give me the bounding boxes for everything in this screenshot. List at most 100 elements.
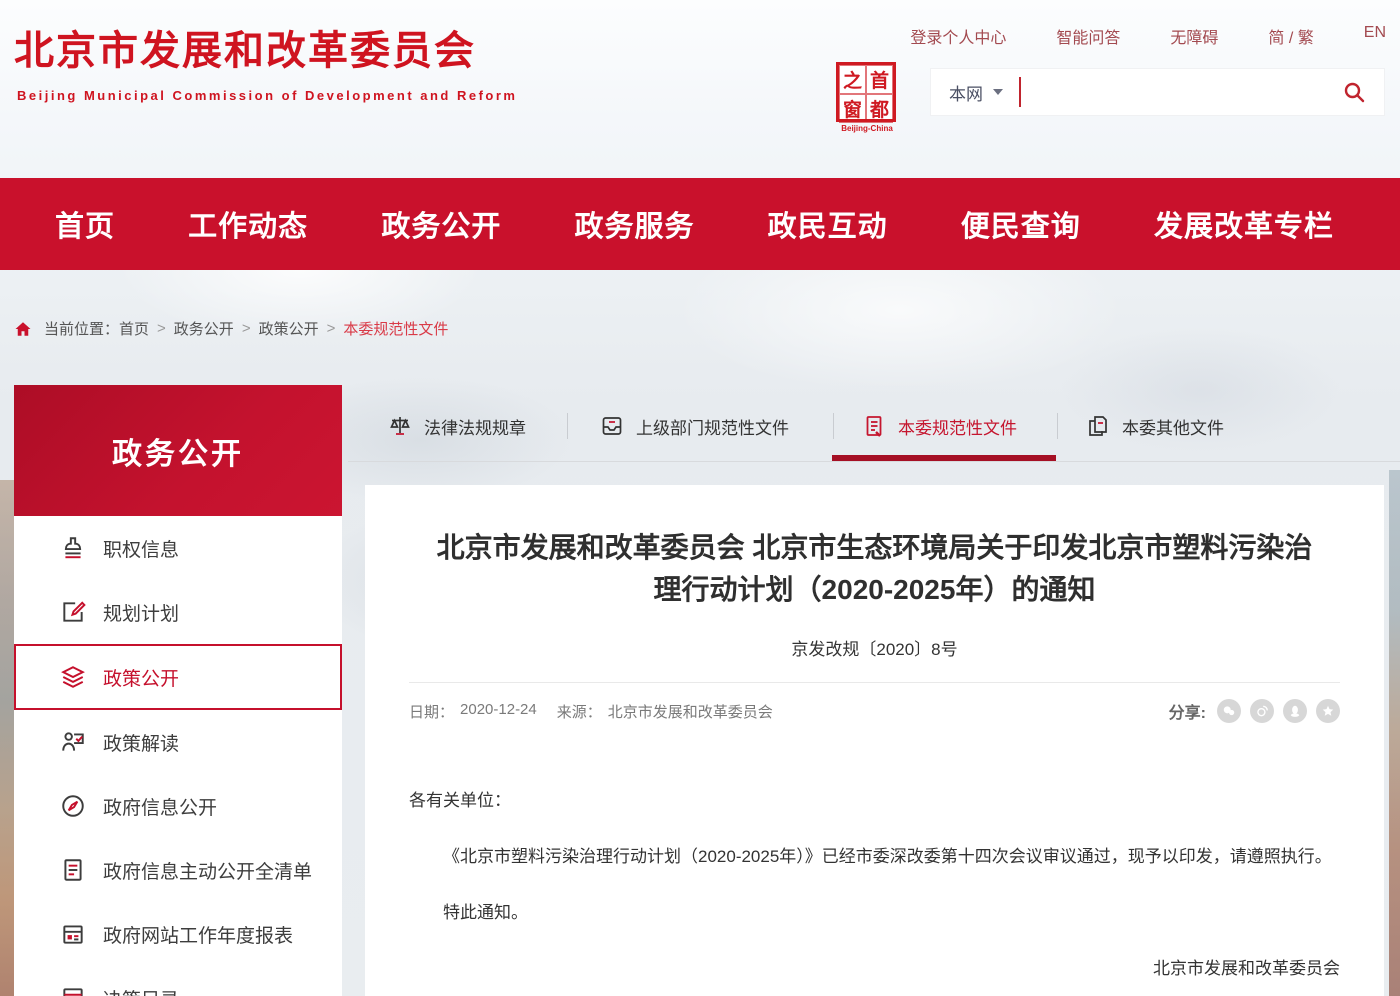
- breadcrumb-label: 当前位置：: [44, 318, 119, 339]
- site-logo-title: 北京市发展和改革委员会: [14, 18, 476, 76]
- tab-laws-regulations[interactable]: 法律法规规章: [388, 406, 526, 446]
- sidebar-item-proactive-disclosure-list[interactable]: 政府信息主动公开全清单: [14, 838, 342, 902]
- stamp-icon: [60, 535, 86, 561]
- sidebar-item-label: 政府网站工作年度报表: [103, 921, 293, 948]
- article-meta-row: 日期： 2020-12-24 来源： 北京市发展和改革委员会 分享:: [409, 699, 1340, 723]
- accessibility-link[interactable]: 无障碍: [1170, 24, 1218, 48]
- search-input-cursor: [1019, 77, 1021, 107]
- seal-char: 都: [866, 94, 893, 123]
- beijing-china-seal-logo[interactable]: 之 首 窗 都 Beijing-China: [836, 62, 898, 133]
- breadcrumb-separator: >: [157, 320, 166, 337]
- nav-item-interaction[interactable]: 政民互动: [768, 203, 888, 245]
- main-navigation: 首页 工作动态 政务公开 政务服务 政民互动 便民查询 发展改革专栏: [0, 178, 1400, 270]
- home-icon[interactable]: [14, 320, 32, 338]
- sidebar-item-label: 决策目录: [103, 985, 179, 996]
- sidebar-item-label: 政策解读: [103, 729, 179, 756]
- sidebar-item-decision-catalog[interactable]: 决策目录: [14, 966, 342, 996]
- article-panel: 北京市发展和改革委员会 北京市生态环境局关于印发北京市塑料污染治理行动计划（20…: [365, 485, 1384, 996]
- tab-commission-normative-docs[interactable]: 本委规范性文件: [862, 406, 1017, 446]
- person-interpret-icon: [60, 729, 86, 755]
- nav-item-work-news[interactable]: 工作动态: [188, 203, 308, 245]
- date-label: 日期：: [409, 701, 454, 722]
- smart-qa-link[interactable]: 智能问答: [1056, 24, 1120, 48]
- search-button[interactable]: [1342, 80, 1366, 104]
- login-personal-center-link[interactable]: 登录个人中心: [910, 24, 1006, 48]
- page: 北京市发展和改革委员会 Beijing Municipal Commission…: [0, 0, 1400, 996]
- nav-item-home[interactable]: 首页: [55, 203, 115, 245]
- layers-icon: [60, 664, 86, 690]
- sidebar-item-gov-info-disclosure[interactable]: 政府信息公开: [14, 774, 342, 838]
- meta-divider: [409, 682, 1340, 683]
- breadcrumb-policy-disclosure[interactable]: 政策公开: [259, 318, 319, 339]
- share-qzone-icon[interactable]: [1316, 699, 1340, 723]
- breadcrumb-gov-disclosure[interactable]: 政务公开: [174, 318, 234, 339]
- sidebar-item-label: 政府信息主动公开全清单: [103, 857, 312, 884]
- nav-item-reform-column[interactable]: 发展改革专栏: [1154, 203, 1334, 245]
- site-logo-subtitle: Beijing Municipal Commission of Developm…: [17, 88, 518, 103]
- share-weibo-icon[interactable]: [1250, 699, 1274, 723]
- background-right-strip: [1389, 470, 1400, 996]
- simplified-traditional-toggle[interactable]: 简 / 繁: [1268, 24, 1313, 48]
- breadcrumb-separator: >: [327, 320, 336, 337]
- active-tab-underline: [832, 455, 1056, 461]
- seal-caption: Beijing-China: [836, 124, 898, 133]
- document-category-tabs: 法律法规规章 上级部门规范性文件 本委规范性文件: [0, 406, 1400, 446]
- breadcrumb-separator: >: [242, 320, 251, 337]
- sidebar-item-label: 规划计划: [103, 599, 179, 626]
- tab-separator: [833, 413, 834, 439]
- sidebar-header: 政务公开: [14, 385, 342, 516]
- search-input[interactable]: [1035, 83, 1342, 101]
- body-paragraph: 《北京市塑料污染治理行动计划（2020-2025年）》已经市委深改委第十四次会议…: [409, 841, 1340, 873]
- share-wechat-icon[interactable]: [1217, 699, 1241, 723]
- article-title: 北京市发展和改革委员会 北京市生态环境局关于印发北京市塑料污染治理行动计划（20…: [435, 527, 1315, 611]
- tab-superior-normative-docs[interactable]: 上级部门规范性文件: [600, 406, 789, 446]
- files-icon: [1086, 414, 1110, 438]
- article-body: 各有关单位： 《北京市塑料污染治理行动计划（2020-2025年）》已经市委深改…: [409, 785, 1340, 985]
- tab-commission-other-docs[interactable]: 本委其他文件: [1086, 406, 1224, 446]
- background-left-strip: [0, 480, 14, 996]
- doc-red-icon: [862, 414, 886, 438]
- search-icon: [1342, 80, 1366, 104]
- sidebar-item-authority-info[interactable]: 职权信息: [14, 516, 342, 580]
- search-scope-label: 本网: [949, 80, 983, 105]
- sidebar-item-planning[interactable]: 规划计划: [14, 580, 342, 644]
- tab-label: 本委规范性文件: [898, 414, 1017, 439]
- nav-item-convenient-query[interactable]: 便民查询: [961, 203, 1081, 245]
- seal-char: 窗: [839, 94, 866, 123]
- tab-separator: [1057, 413, 1058, 439]
- breadcrumb-current[interactable]: 本委规范性文件: [343, 318, 448, 339]
- nav-item-gov-disclosure[interactable]: 政务公开: [381, 203, 501, 245]
- share-label: 分享:: [1169, 699, 1206, 723]
- article-meta: 日期： 2020-12-24 来源： 北京市发展和改革委员会: [409, 701, 787, 722]
- source-label: 来源：: [557, 701, 602, 722]
- site-header: 北京市发展和改革委员会 Beijing Municipal Commission…: [0, 0, 1400, 150]
- doc-list-icon: [60, 857, 86, 883]
- search-scope-dropdown[interactable]: 本网: [949, 80, 1003, 105]
- document-number: 京发改规〔2020〕8号: [409, 635, 1340, 660]
- inbox-icon: [600, 414, 624, 438]
- body-paragraph: 各有关单位：: [409, 785, 1340, 817]
- share-qq-icon[interactable]: [1283, 699, 1307, 723]
- body-paragraph: 特此通知。: [409, 897, 1340, 929]
- nav-item-gov-services[interactable]: 政务服务: [574, 203, 694, 245]
- catalog-icon: [60, 985, 86, 996]
- sidebar-item-label: 政策公开: [103, 664, 179, 691]
- seal-characters: 之 首 窗 都: [836, 62, 896, 122]
- sidebar-item-label: 政府信息公开: [103, 793, 217, 820]
- sidebar-item-policy-interpretation[interactable]: 政策解读: [14, 710, 342, 774]
- chevron-down-icon: [993, 89, 1003, 95]
- sidebar-item-label: 职权信息: [103, 535, 179, 562]
- sidebar-menu: 职权信息 规划计划 政策公开: [14, 516, 342, 996]
- breadcrumb-home[interactable]: 首页: [119, 318, 149, 339]
- english-link[interactable]: EN: [1364, 24, 1386, 48]
- sidebar-item-website-annual-report[interactable]: 政府网站工作年度报表: [14, 902, 342, 966]
- tab-label: 上级部门规范性文件: [636, 414, 789, 439]
- compass-icon: [60, 793, 86, 819]
- article-signature: 北京市发展和改革委员会: [409, 953, 1340, 985]
- share-toolbar: 分享:: [1169, 699, 1340, 723]
- date-value: 2020-12-24: [460, 701, 537, 722]
- sidebar-item-policy-disclosure[interactable]: 政策公开: [14, 644, 342, 710]
- tabs-baseline-rule: [348, 461, 1400, 462]
- top-utility-links: 登录个人中心 智能问答 无障碍 简 / 繁 EN: [910, 24, 1386, 48]
- tab-separator: [567, 413, 568, 439]
